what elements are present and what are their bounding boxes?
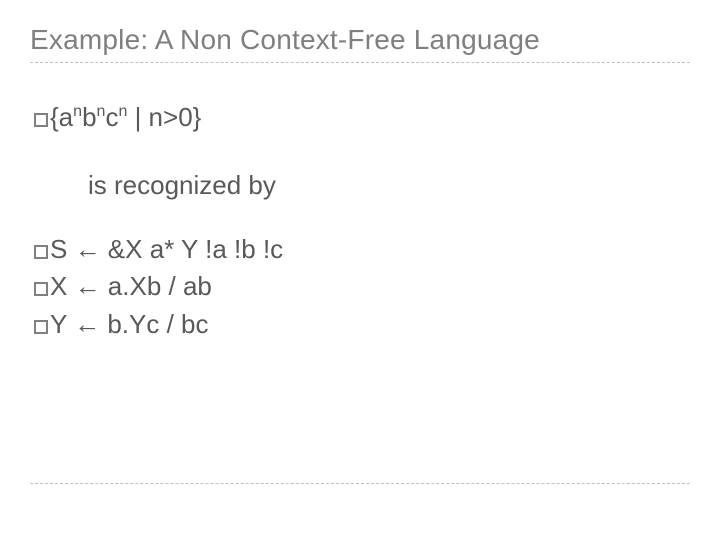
bullet-icon [34,113,48,127]
rule-s: S ← &X a* Y !a !b !c [34,233,686,267]
rule-x-rhs: ← a.Xb / ab [67,271,212,301]
lang-suffix: | n>0} [127,102,201,132]
bullet-icon [34,245,48,259]
rule-y-lhs: Y [50,309,67,339]
lang-sup2: n [97,103,106,120]
bottom-divider [30,483,690,484]
slide-content: {anbncn | n>0} is recognized by S ← &X a… [30,67,690,342]
bullet-icon [34,282,48,296]
title-block: Example: A Non Context-Free Language [30,24,690,67]
slide-title: Example: A Non Context-Free Language [30,24,690,56]
lang-prefix: {a [50,102,73,132]
recognized-by-text: is recognized by [88,169,686,203]
lang-mid2: c [105,102,118,132]
rule-y: Y ← b.Yc / bc [34,308,686,342]
rule-s-lhs: S [50,234,67,264]
title-divider [30,62,690,63]
rule-x: X ← a.Xb / ab [34,270,686,304]
language-definition: {anbncn | n>0} [34,101,686,135]
lang-mid1: b [82,102,96,132]
lang-sup3: n [118,103,127,120]
rule-x-lhs: X [50,271,67,301]
rule-y-rhs: ← b.Yc / bc [67,309,209,339]
lang-sup1: n [73,103,82,120]
rule-s-rhs: ← &X a* Y !a !b !c [67,234,283,264]
slide: Example: A Non Context-Free Language {an… [0,0,720,540]
grammar-rules: S ← &X a* Y !a !b !c X ← a.Xb / ab Y ← b… [34,233,686,342]
bullet-icon [34,320,48,334]
